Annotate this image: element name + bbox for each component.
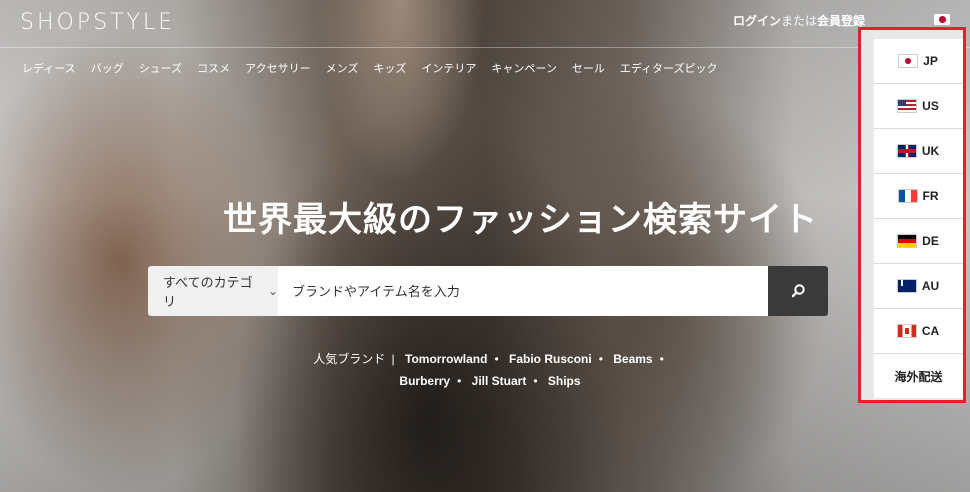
nav-item-mens[interactable]: メンズ — [326, 60, 359, 76]
australia-flag-icon — [897, 280, 916, 292]
canada-flag-icon — [897, 325, 916, 337]
search-bar: すべてのカテゴリ ⌄ — [148, 266, 828, 316]
brand-link[interactable]: Ships — [548, 374, 581, 388]
country-option-ca[interactable]: CA — [874, 309, 963, 354]
login-link[interactable]: ログイン — [733, 14, 781, 28]
country-selector-flag-icon[interactable] — [934, 14, 950, 25]
nav-item-bags[interactable]: バッグ — [91, 60, 124, 76]
country-option-au[interactable]: AU — [874, 264, 963, 309]
brand-link[interactable]: Beams — [613, 352, 652, 366]
or-text: または — [780, 14, 817, 28]
hero-headline: 世界最大級のファッション検索サイト — [223, 200, 818, 240]
country-option-jp[interactable]: JP — [874, 39, 963, 84]
country-dropdown-menu: JP US UK FR DE AU CA 海外配送 — [858, 27, 966, 403]
country-option-fr[interactable]: FR — [874, 174, 963, 219]
popular-brands-label: 人気ブランド — [313, 352, 386, 366]
country-code: FR — [922, 189, 939, 203]
search-icon — [791, 284, 805, 298]
country-code: JP — [923, 54, 938, 68]
nav-item-accessories[interactable]: アクセサリー — [245, 60, 310, 76]
register-link[interactable]: 会員登録 — [817, 14, 865, 28]
japan-flag-icon — [899, 55, 918, 67]
nav-item-ladies[interactable]: レディース — [22, 60, 76, 76]
category-dropdown[interactable]: すべてのカテゴリ ⌄ — [148, 266, 278, 316]
shopstyle-logo[interactable]: SHOPSTYLE — [20, 10, 175, 35]
search-input[interactable] — [278, 266, 768, 316]
nav-item-kids[interactable]: キッズ — [373, 60, 406, 76]
usa-flag-icon — [898, 100, 917, 112]
popular-brands: 人気ブランド | Tomorrowland • Fabio Rusconi • Be… — [313, 352, 664, 388]
brand-link[interactable]: Tomorrowland — [405, 352, 487, 366]
country-code: CA — [921, 324, 940, 338]
chevron-down-icon: ⌄ — [267, 284, 278, 298]
country-code: AU — [921, 279, 940, 293]
main-nav: レディース バッグ シューズ コスメ アクセサリー メンズ キッズ インテリア … — [22, 60, 733, 76]
header-divider — [0, 47, 970, 48]
country-option-uk[interactable]: UK — [874, 129, 963, 174]
france-flag-icon — [898, 190, 917, 202]
country-option-us[interactable]: US — [874, 84, 963, 129]
nav-item-interior[interactable]: インテリア — [421, 60, 476, 76]
brand-link[interactable]: Burberry — [399, 374, 450, 388]
category-label: すべてのカテゴリ — [163, 275, 253, 309]
germany-flag-icon — [898, 235, 917, 247]
nav-item-sale[interactable]: セール — [572, 60, 605, 76]
nav-item-shoes[interactable]: シューズ — [139, 60, 182, 76]
brand-link[interactable]: Fabio Rusconi — [509, 352, 592, 366]
country-code: DE — [922, 234, 939, 248]
login-register-links: ログインまたは会員登録 — [733, 12, 865, 29]
country-code: UK — [921, 144, 940, 158]
nav-item-cosmetics[interactable]: コスメ — [197, 60, 230, 76]
country-code: US — [922, 99, 939, 113]
overseas-shipping-label: 海外配送 — [894, 369, 943, 384]
search-button[interactable] — [768, 266, 828, 316]
uk-flag-icon — [897, 145, 916, 157]
brand-link[interactable]: Jill Stuart — [472, 374, 527, 388]
nav-item-editors-pick[interactable]: エディターズピック — [620, 60, 718, 76]
nav-item-campaign[interactable]: キャンペーン — [491, 60, 556, 76]
overseas-shipping-option[interactable]: 海外配送 — [874, 354, 963, 398]
country-option-de[interactable]: DE — [874, 219, 963, 264]
